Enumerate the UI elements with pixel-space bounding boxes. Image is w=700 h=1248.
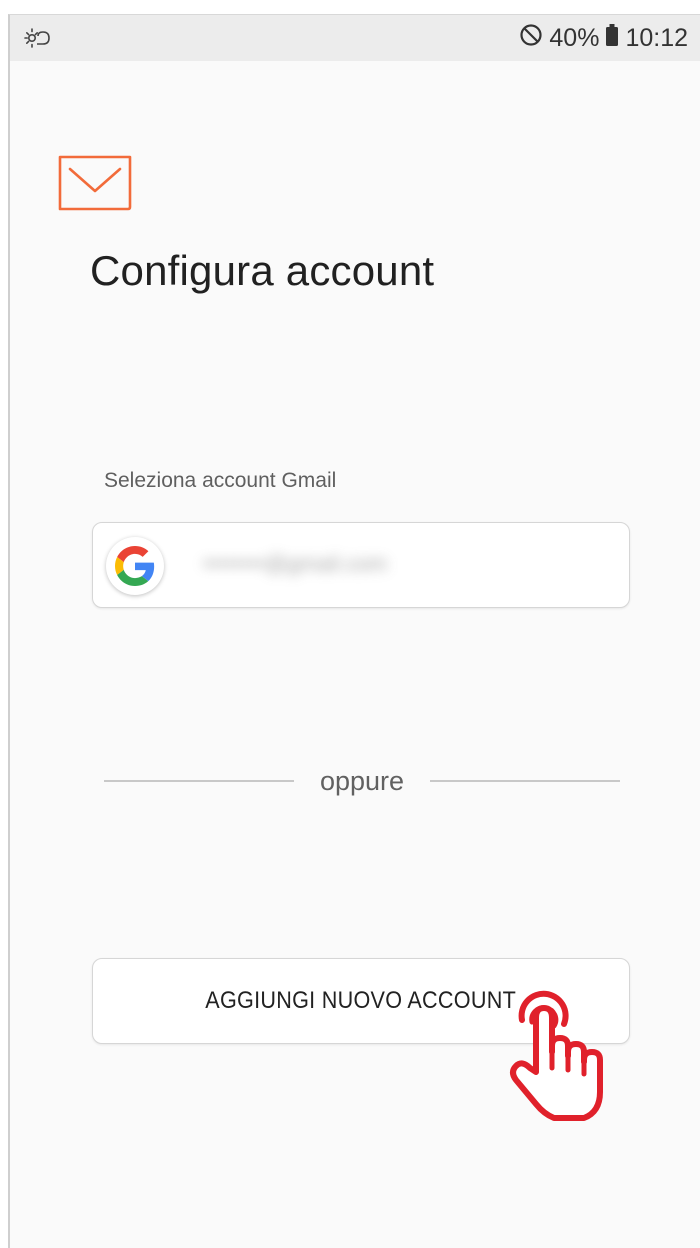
add-new-account-button[interactable]: AGGIUNGI NUOVO ACCOUNT bbox=[92, 958, 630, 1044]
account-email: ••••••••@gmail.com bbox=[203, 551, 388, 576]
status-bar: 40% 10:12 bbox=[10, 15, 700, 61]
google-g-icon bbox=[106, 537, 164, 595]
phone-screen: 40% 10:12 Configura account Seleziona ac… bbox=[8, 14, 700, 1248]
divider-line-right bbox=[430, 780, 620, 782]
clock: 10:12 bbox=[625, 23, 688, 52]
battery-percent: 40% bbox=[549, 23, 600, 52]
brightness-sync-icon bbox=[24, 26, 52, 50]
mail-envelope-icon bbox=[58, 155, 132, 211]
page-title: Configura account bbox=[90, 247, 435, 294]
divider-text: oppure bbox=[319, 766, 405, 796]
do-not-disturb-icon bbox=[519, 23, 543, 54]
gmail-account-option[interactable]: ••••••••@gmail.com bbox=[92, 522, 630, 608]
gmail-section-label: Seleziona account Gmail bbox=[104, 469, 337, 492]
or-divider: oppure bbox=[104, 763, 620, 803]
add-new-account-label: AGGIUNGI NUOVO ACCOUNT bbox=[205, 987, 517, 1014]
status-indicators: 40% 10:12 bbox=[519, 15, 688, 61]
battery-icon bbox=[605, 23, 619, 54]
